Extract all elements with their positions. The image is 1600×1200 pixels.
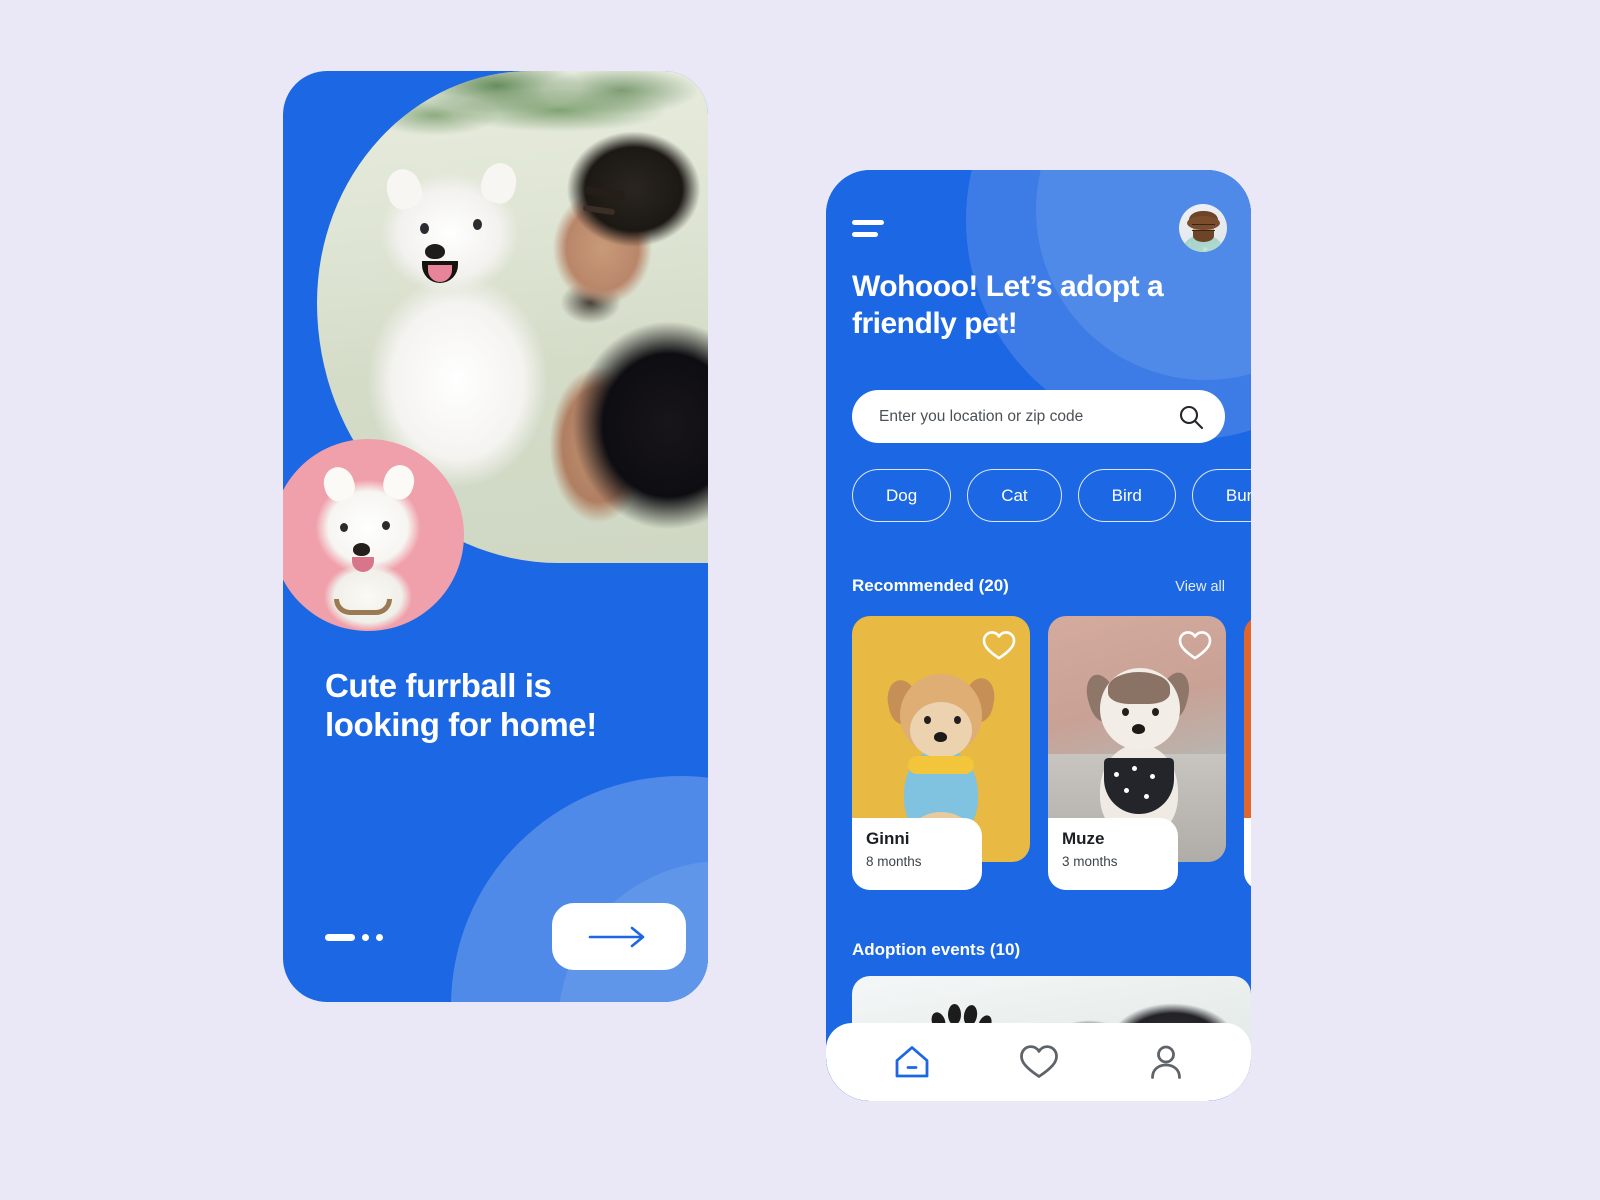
pet-name: Muze — [1062, 829, 1105, 848]
eye-right — [1152, 708, 1159, 716]
bandana-dot — [1124, 788, 1129, 793]
hamburger-bar-2 — [852, 231, 878, 237]
hamburger-menu-icon[interactable] — [852, 217, 884, 239]
muzzle-area — [910, 702, 972, 758]
bottom-navigation — [826, 1023, 1251, 1101]
bubble-dog-eye-right — [382, 521, 390, 530]
man-eye — [582, 204, 616, 216]
home-icon — [895, 1046, 928, 1078]
avatar-glasses — [1192, 224, 1215, 231]
heart-icon — [1019, 1045, 1058, 1078]
favorite-button-muze[interactable] — [1178, 630, 1212, 664]
recommended-pet-list: Ginni 8 months Muze 3 months — [852, 616, 1251, 896]
hamburger-bar-1 — [852, 219, 884, 225]
avatar-beard — [1193, 230, 1214, 242]
bandana-dot — [1144, 794, 1149, 799]
category-chip-dog[interactable]: Dog — [852, 469, 952, 522]
pagination-indicator[interactable] — [325, 934, 383, 941]
screenshot-canvas: Cute furrball is looking for home! Wohoo… — [0, 0, 1600, 1200]
dog-eye-left — [420, 223, 429, 234]
avatar[interactable] — [1179, 204, 1227, 252]
pet-card-tomy[interactable]: Tomy 4 months — [1244, 616, 1251, 890]
eye-left — [924, 716, 931, 724]
events-section-header: Adoption events (10) — [852, 940, 1225, 960]
dog-nose — [425, 244, 445, 259]
bubble-dog-eye-left — [340, 523, 348, 532]
bandana-dot — [1114, 772, 1119, 777]
recommended-section-header: Recommended (20) View all — [852, 576, 1225, 596]
nav-home[interactable] — [880, 1036, 944, 1088]
view-all-link[interactable]: View all — [1175, 579, 1225, 595]
bubble-dog-nose — [353, 543, 370, 556]
dog-eye-right — [473, 219, 482, 230]
bubble-dog-collar — [334, 599, 392, 615]
search-icon — [1179, 405, 1204, 429]
recommended-title: Recommended (20) — [852, 576, 1009, 595]
eye-right — [954, 716, 961, 724]
pet-age: 3 months — [1062, 854, 1118, 870]
nose — [1132, 724, 1145, 734]
pet-label-tomy: Tomy 4 months — [1244, 818, 1251, 890]
top-bar — [826, 198, 1251, 258]
heart-outline-icon — [1178, 631, 1212, 660]
pet-label-muze: Muze 3 months — [1048, 818, 1178, 890]
onboarding-screen: Cute furrball is looking for home! — [283, 71, 708, 1002]
onboarding-title: Cute furrball is looking for home! — [325, 667, 597, 744]
bandana-dot — [1150, 774, 1155, 779]
page-title: Wohooo! Let’s adopt a friendly pet! — [852, 270, 1164, 341]
pet-age: 8 months — [866, 854, 922, 870]
pagination-dot-active[interactable] — [325, 934, 355, 941]
nav-favorites[interactable] — [1007, 1036, 1071, 1088]
dog-ear-right — [477, 159, 521, 207]
pet-name: Ginni — [866, 829, 910, 848]
paw-toe — [948, 1004, 961, 1025]
home-screen: Wohooo! Let’s adopt a friendly pet! Dog … — [826, 170, 1251, 1101]
pet-label-ginni: Ginni 8 months — [852, 818, 982, 890]
pagination-dot-3[interactable] — [376, 934, 383, 941]
eye-left — [1122, 708, 1129, 716]
heart-outline-icon — [982, 631, 1016, 660]
dog-ear-left — [382, 165, 426, 213]
search-input[interactable] — [879, 407, 1167, 426]
pet-avatar-bubble — [283, 439, 464, 631]
category-chips: Dog Cat Bird Bunney — [852, 469, 1251, 522]
search-bar[interactable] — [852, 390, 1225, 443]
collar — [908, 756, 974, 774]
arrow-right-icon — [588, 926, 645, 947]
head-top-fur — [1108, 672, 1170, 704]
pagination-dot-2[interactable] — [362, 934, 369, 941]
nav-profile[interactable] — [1134, 1036, 1198, 1088]
category-chip-cat[interactable]: Cat — [967, 469, 1062, 522]
profile-icon — [1150, 1045, 1181, 1079]
pet-card-muze[interactable]: Muze 3 months — [1048, 616, 1226, 890]
favorite-button-ginni[interactable] — [982, 630, 1016, 664]
pet-card-ginni[interactable]: Ginni 8 months — [852, 616, 1030, 890]
category-chip-bunney[interactable]: Bunney — [1191, 469, 1251, 522]
category-chip-bird[interactable]: Bird — [1077, 469, 1176, 522]
next-button[interactable] — [552, 903, 686, 970]
nose — [934, 732, 947, 742]
events-title: Adoption events (10) — [852, 940, 1021, 959]
man-eyebrow — [584, 185, 626, 201]
search-button[interactable] — [1177, 403, 1205, 431]
bandana-dot — [1132, 766, 1137, 771]
